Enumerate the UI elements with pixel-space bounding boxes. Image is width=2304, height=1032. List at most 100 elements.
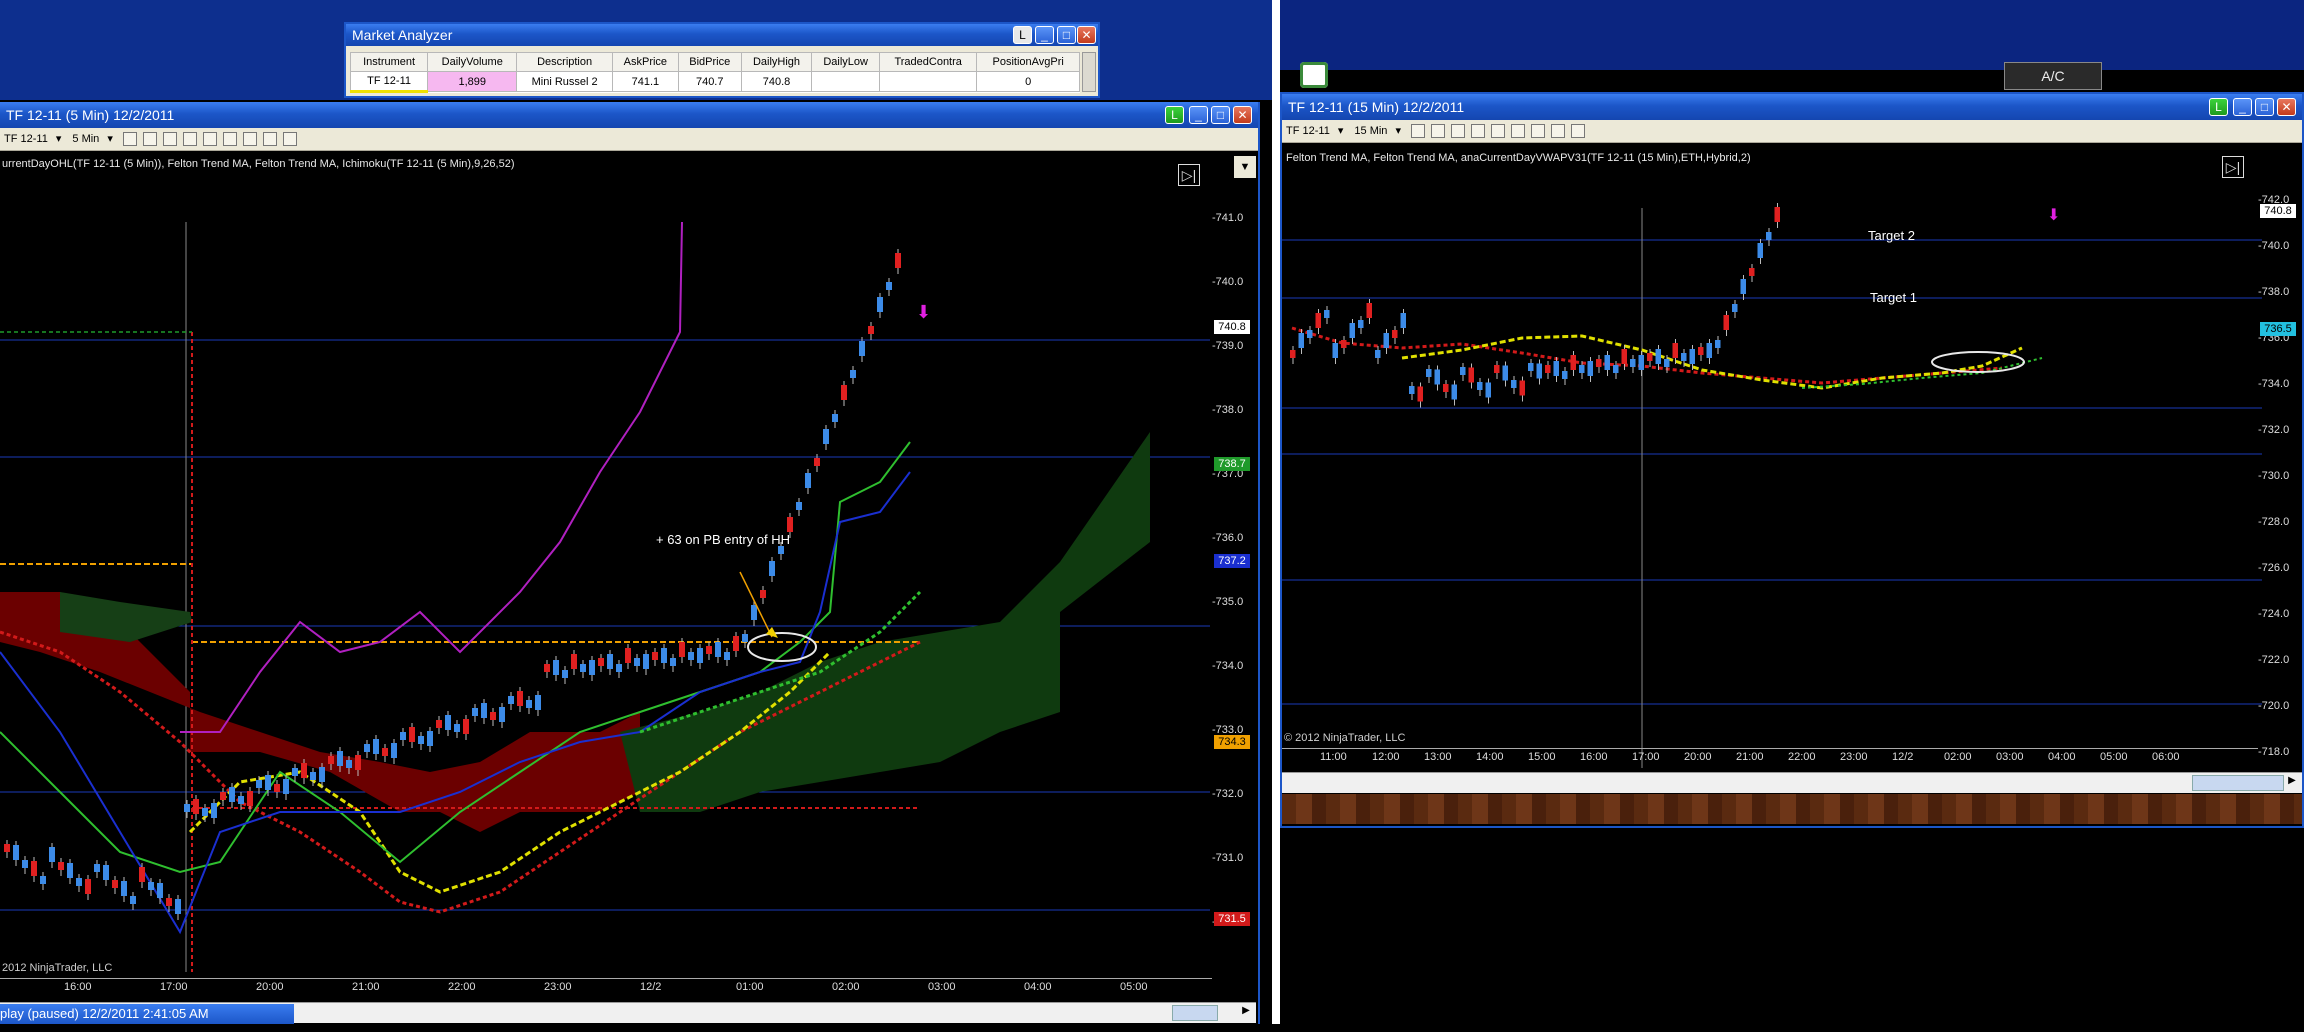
- column-header[interactable]: Description: [516, 52, 613, 72]
- table-cell[interactable]: [878, 71, 978, 92]
- candle: [1426, 369, 1432, 377]
- strategy-icon[interactable]: [1531, 124, 1546, 138]
- cursor-icon[interactable]: [182, 132, 197, 146]
- candle: [508, 696, 514, 704]
- instrument-selector[interactable]: TF 12-11: [4, 128, 48, 150]
- cursor-icon[interactable]: [1471, 124, 1486, 138]
- table-cell[interactable]: 741.1: [611, 71, 679, 92]
- column-header[interactable]: AskPrice: [611, 52, 679, 72]
- ac-button[interactable]: A/C: [2004, 62, 2102, 90]
- candle: [175, 899, 181, 914]
- candle: [31, 861, 37, 876]
- chevron-down-icon[interactable]: ▾: [56, 128, 62, 150]
- pencil-icon[interactable]: [1431, 124, 1446, 138]
- recycle-bin-icon[interactable]: [1300, 62, 1328, 88]
- minimize-button[interactable]: _: [1189, 106, 1208, 124]
- minimize-button[interactable]: _: [1035, 26, 1054, 44]
- maximize-button[interactable]: □: [1057, 26, 1076, 44]
- minimize-button[interactable]: _: [2233, 98, 2252, 116]
- pencil-icon[interactable]: [142, 132, 157, 146]
- candle: [67, 863, 73, 878]
- chart-15min-titlebar[interactable]: TF 12-11 (15 Min) 12/2/2011 L _ □ ✕: [1282, 94, 2302, 120]
- table-cell[interactable]: [811, 71, 880, 92]
- zoom-icon[interactable]: [1491, 124, 1506, 138]
- candle: [778, 546, 784, 554]
- candle: [1460, 367, 1466, 375]
- table-cell[interactable]: Mini Russel 2: [516, 71, 613, 92]
- instrument-selector[interactable]: TF 12-11: [1286, 120, 1330, 142]
- price-tag: 737.2: [1214, 554, 1250, 568]
- column-header[interactable]: DailyVolume: [427, 52, 518, 72]
- chevron-down-icon[interactable]: ▾: [1338, 120, 1344, 142]
- candle: [751, 605, 757, 620]
- print-icon[interactable]: [282, 132, 297, 146]
- candle: [1443, 384, 1449, 392]
- interval-selector[interactable]: 5 Min: [72, 128, 99, 150]
- print-icon[interactable]: [1571, 124, 1586, 138]
- x-axis-label: 16:00: [1580, 751, 1608, 763]
- candle: [1715, 340, 1721, 348]
- strategy-icon[interactable]: [242, 132, 257, 146]
- table-cell[interactable]: 0: [976, 71, 1080, 92]
- column-header[interactable]: DailyLow: [811, 52, 880, 72]
- grid-scrollbar[interactable]: [1082, 52, 1096, 92]
- candle: [697, 648, 703, 663]
- table-cell[interactable]: 740.7: [677, 71, 742, 92]
- chart-scrollbar[interactable]: ▶: [1282, 772, 2302, 793]
- bar-type-icon[interactable]: [122, 132, 137, 146]
- candle: [517, 691, 523, 706]
- x-axis-label: 04:00: [2048, 751, 2076, 763]
- candle: [292, 768, 298, 776]
- zoom-icon[interactable]: [202, 132, 217, 146]
- y-axis-label: -720.0: [2258, 700, 2290, 712]
- properties-icon[interactable]: [1511, 124, 1526, 138]
- scroll-thumb[interactable]: [1172, 1005, 1218, 1021]
- market-analyzer-titlebar[interactable]: Market Analyzer L _ □ ✕: [346, 24, 1098, 46]
- close-button[interactable]: ✕: [1077, 26, 1096, 44]
- candle: [571, 654, 577, 669]
- desktop-background-right: [1280, 0, 2304, 70]
- table-cell[interactable]: 1,899: [427, 71, 518, 92]
- link-button[interactable]: L: [2209, 98, 2228, 116]
- x-axis-label: 03:00: [928, 981, 956, 993]
- candle: [1562, 371, 1568, 379]
- properties-icon[interactable]: [222, 132, 237, 146]
- x-axis-label: 20:00: [1684, 751, 1712, 763]
- column-header[interactable]: DailyHigh: [740, 52, 813, 72]
- column-header[interactable]: Instrument: [349, 52, 429, 72]
- chevron-down-icon[interactable]: ▾: [107, 128, 113, 150]
- candle: [1570, 355, 1576, 370]
- candle: [346, 760, 352, 768]
- candle: [499, 707, 505, 722]
- chevron-down-icon[interactable]: ▾: [1395, 120, 1401, 142]
- candle: [841, 385, 847, 400]
- bar-type-icon[interactable]: [1411, 124, 1426, 138]
- template-icon[interactable]: [262, 132, 277, 146]
- template-icon[interactable]: [1551, 124, 1566, 138]
- chart-5min-titlebar[interactable]: TF 12-11 (5 Min) 12/2/2011 L _ □ ✕: [0, 102, 1258, 128]
- x-axis-label: 12/2: [640, 981, 662, 993]
- interval-selector[interactable]: 15 Min: [1354, 120, 1387, 142]
- table-cell[interactable]: 740.8: [740, 71, 813, 92]
- table-cell[interactable]: TF 12-11: [349, 71, 429, 93]
- candle: [562, 670, 568, 678]
- column-header[interactable]: PositionAvgPri: [976, 52, 1080, 72]
- column-header[interactable]: TradedContra: [878, 52, 978, 72]
- price-tag: 740.8: [1214, 320, 1250, 334]
- indicator-list: Felton Trend MA, Felton Trend MA, anaCur…: [1286, 152, 1751, 164]
- link-button[interactable]: L: [1013, 26, 1032, 44]
- x-axis-label: 01:00: [736, 981, 764, 993]
- price-tag: 740.8: [2260, 204, 2296, 218]
- candle: [85, 879, 91, 894]
- candle: [1409, 386, 1415, 394]
- link-button[interactable]: L: [1165, 106, 1184, 124]
- crosshair-icon[interactable]: [162, 132, 177, 146]
- x-axis-label: 15:00: [1528, 751, 1556, 763]
- column-header[interactable]: BidPrice: [677, 52, 742, 72]
- market-analyzer-title: Market Analyzer: [352, 27, 453, 43]
- candle: [805, 473, 811, 488]
- scroll-thumb[interactable]: [2192, 775, 2284, 791]
- crosshair-icon[interactable]: [1451, 124, 1466, 138]
- scroll-right-arrow[interactable]: ▶: [2284, 775, 2300, 789]
- scroll-right-arrow[interactable]: ▶: [1238, 1005, 1254, 1019]
